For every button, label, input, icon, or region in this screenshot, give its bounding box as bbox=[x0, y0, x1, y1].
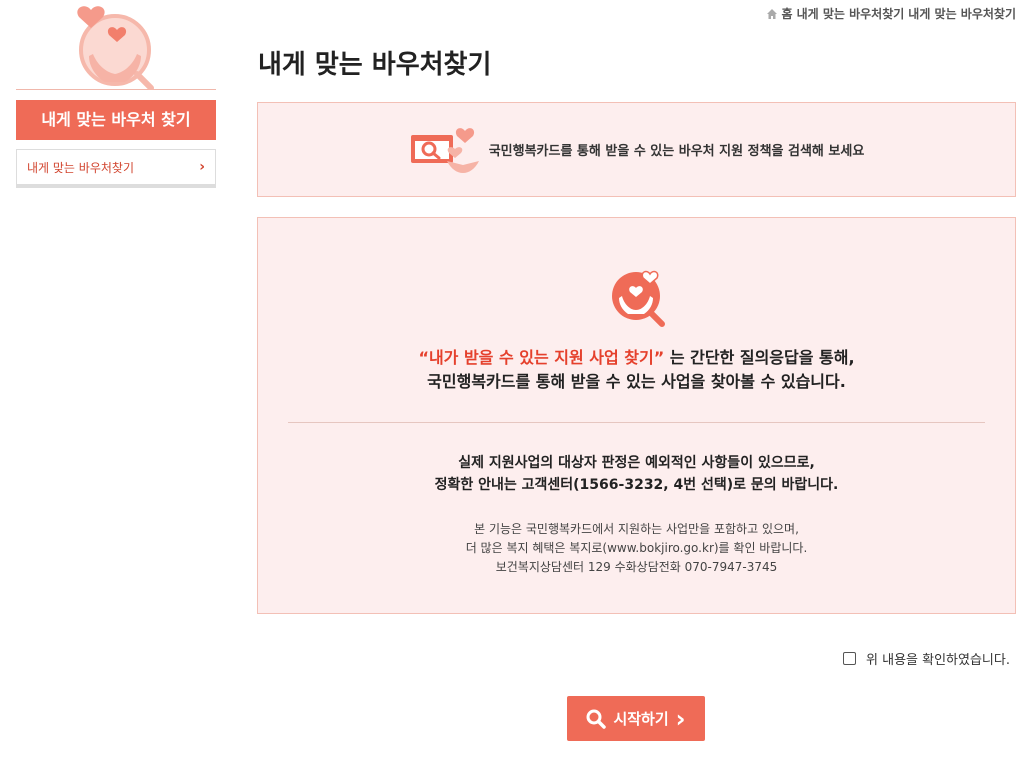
notice-box: 국민행복카드를 통해 받을 수 있는 바우처 지원 정책을 검색해 보세요 bbox=[257, 102, 1016, 197]
notice-text: 국민행복카드를 통해 받을 수 있는 바우처 지원 정책을 검색해 보세요 bbox=[488, 144, 865, 159]
home-icon bbox=[766, 8, 777, 19]
breadcrumb-level1[interactable]: 내게 맞는 바우처찾기 bbox=[797, 5, 905, 22]
breadcrumb-home[interactable]: 홈 bbox=[782, 5, 793, 22]
chevron-right-icon: › bbox=[675, 704, 686, 733]
info-note-main: 실제 지원사업의 대상자 판정은 예외적인 사항들이 있으므로, 정확한 안내는… bbox=[258, 452, 1015, 496]
info-note-main-line1: 실제 지원사업의 대상자 판정은 예외적인 사항들이 있으므로, bbox=[458, 455, 815, 471]
divider bbox=[288, 422, 985, 423]
heart-hands-search-icon bbox=[77, 6, 154, 90]
search-card-icon bbox=[410, 127, 479, 173]
info-note-sub: 본 기능은 국민행복카드에서 지원하는 사업만을 포함하고 있으며, 더 많은 … bbox=[258, 520, 1015, 577]
sidebar-logo bbox=[16, 0, 216, 90]
search-icon bbox=[586, 709, 607, 729]
chevron-right-icon: › bbox=[199, 159, 205, 175]
info-note-main-line2: 정확한 안내는 고객센터(1566-3232, 4번 선택)로 문의 바랍니다. bbox=[434, 477, 839, 493]
info-lead-line2: 국민행복카드를 통해 받을 수 있는 사업을 찾아볼 수 있습니다. bbox=[427, 372, 846, 391]
confirm-label[interactable]: 위 내용을 확인하였습니다. bbox=[866, 649, 1010, 668]
start-button-label: 시작하기 bbox=[613, 710, 669, 728]
info-note-sub-line2: 더 많은 복지 혜택은 복지로(www.bokjiro.go.kr)를 확인 바… bbox=[465, 541, 808, 555]
sidebar-item-label: 내게 맞는 바우처찾기 bbox=[27, 160, 134, 175]
info-lead-highlight: “내가 받을 수 있는 지원 사업 찾기” bbox=[418, 348, 665, 367]
confirm-checkbox[interactable] bbox=[843, 652, 857, 665]
start-button[interactable]: 시작하기 › bbox=[567, 696, 705, 741]
info-lead-line1: “내가 받을 수 있는 지원 사업 찾기” 는 간단한 질의응답을 통해, bbox=[258, 346, 1015, 370]
page-title: 내게 맞는 바우처찾기 bbox=[258, 50, 492, 80]
sidebar-title: 내게 맞는 바우처 찾기 bbox=[16, 100, 216, 140]
info-lead: “내가 받을 수 있는 지원 사업 찾기” 는 간단한 질의응답을 통해, 국민… bbox=[258, 346, 1015, 394]
info-box: “내가 받을 수 있는 지원 사업 찾기” 는 간단한 질의응답을 통해, 국민… bbox=[257, 217, 1016, 614]
info-lead-rest: 는 간단한 질의응답을 통해, bbox=[664, 348, 855, 367]
sidebar: 내게 맞는 바우처 찾기 내게 맞는 바우처찾기 › bbox=[16, 0, 216, 188]
breadcrumb: 홈 내게 맞는 바우처찾기 내게 맞는 바우처찾기 bbox=[766, 5, 1016, 22]
info-note-sub-line3: 보건복지상담센터 129 수화상담전화 070-7947-3745 bbox=[495, 560, 778, 574]
confirm-row: 위 내용을 확인하였습니다. bbox=[843, 649, 1010, 668]
info-note-sub-line1: 본 기능은 국민행복카드에서 지원하는 사업만을 포함하고 있으며, bbox=[474, 522, 799, 536]
breadcrumb-level2: 내게 맞는 바우처찾기 bbox=[908, 7, 1016, 21]
sidebar-item-voucher-finder[interactable]: 내게 맞는 바우처찾기 › bbox=[16, 149, 216, 188]
heart-hands-search-icon bbox=[612, 270, 665, 327]
